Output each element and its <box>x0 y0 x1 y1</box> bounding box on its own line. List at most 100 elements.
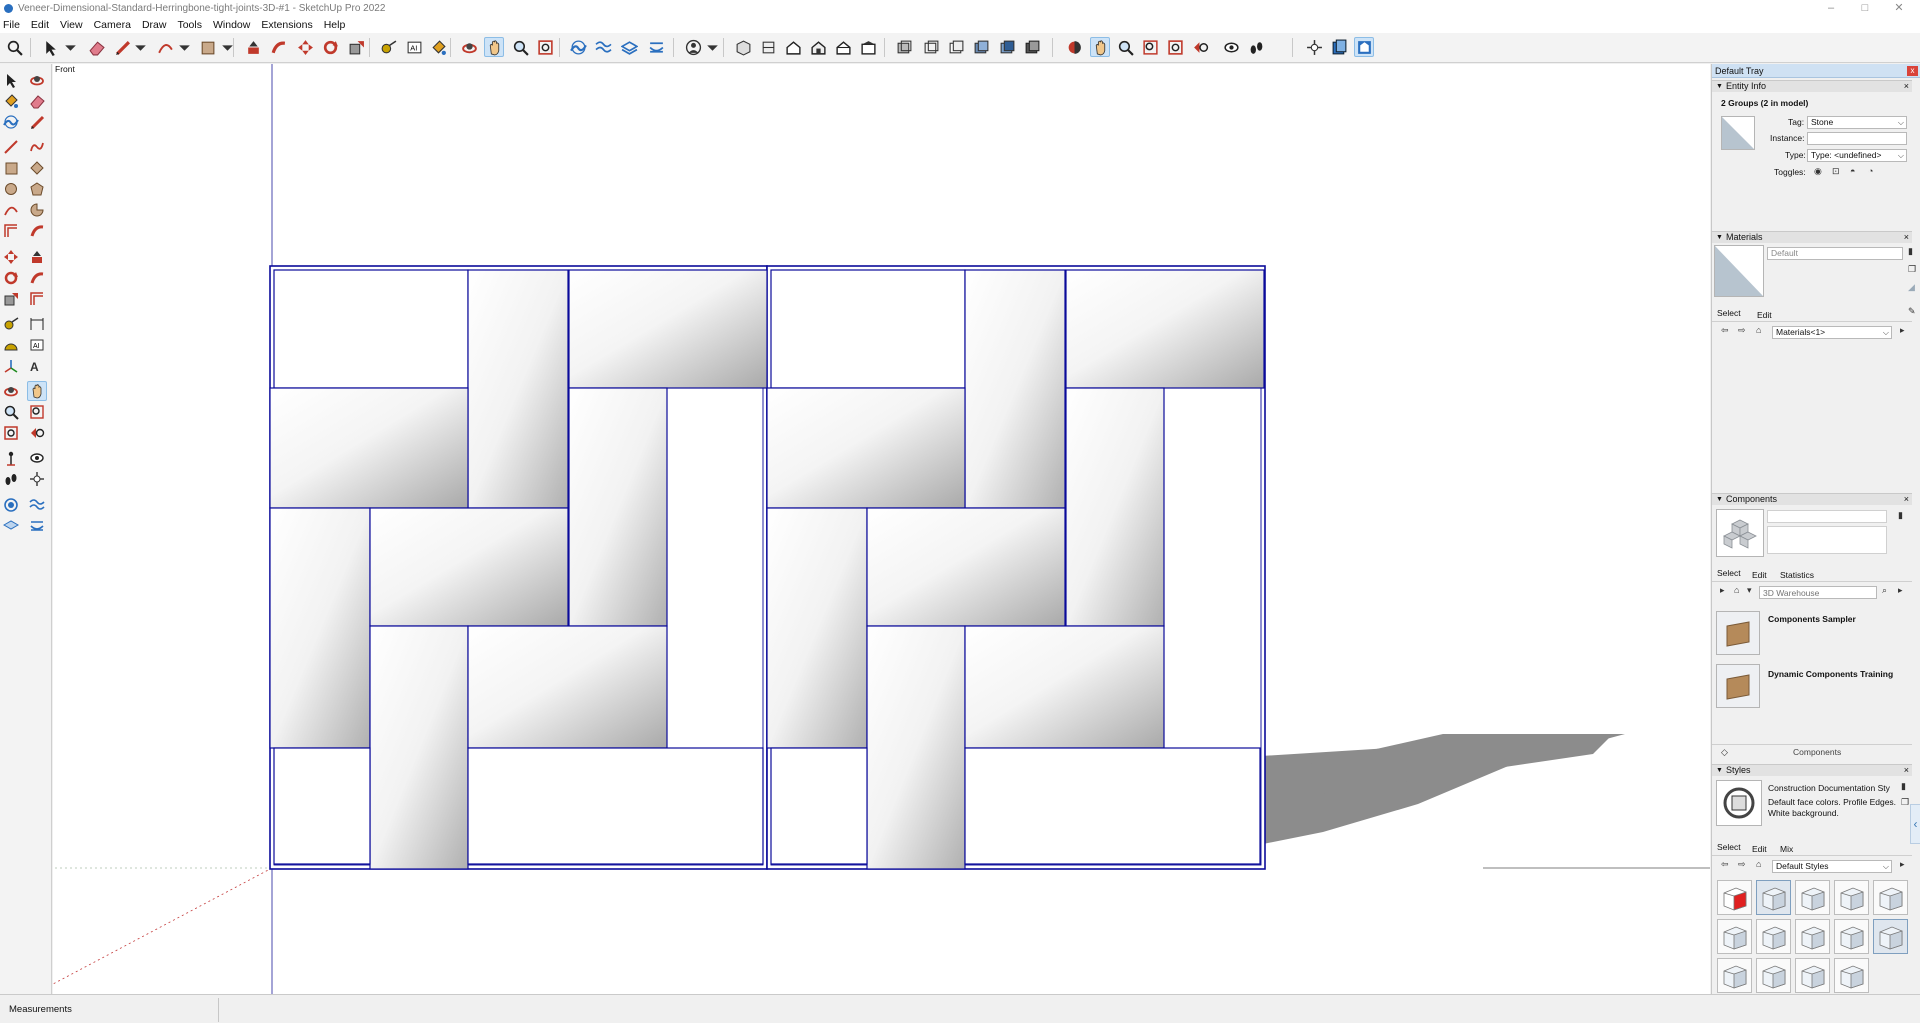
zoom-extents-tool-button[interactable] <box>535 37 555 57</box>
panel-close-icon[interactable]: × <box>1904 232 1909 243</box>
create-style-icon[interactable]: ❐ <box>1901 797 1909 808</box>
style-thumbnail[interactable] <box>1717 958 1752 993</box>
textured-tool-button[interactable] <box>997 37 1017 57</box>
material-name-field[interactable]: Default <box>1767 247 1903 260</box>
style-thumbnail[interactable] <box>1756 919 1791 954</box>
style-thumbnail[interactable] <box>1873 880 1908 915</box>
back-arrow-icon[interactable]: ⇦ <box>1721 859 1729 870</box>
line-tool-button[interactable] <box>1 137 21 157</box>
search-icon[interactable]: ⌕ <box>1882 585 1887 596</box>
dropdown-tool-button[interactable] <box>60 37 80 57</box>
style-thumbnail[interactable] <box>1795 880 1830 915</box>
style-thumbnail[interactable] <box>1717 880 1752 915</box>
hidden-line-tool-button[interactable] <box>946 37 966 57</box>
iso-view-tool-button[interactable] <box>733 37 753 57</box>
forward-arrow-icon[interactable]: ▸ <box>1898 585 1903 596</box>
set-material-icon[interactable]: ▮ <box>1908 246 1913 257</box>
pencil-tool-button[interactable] <box>27 112 47 132</box>
forward-arrow-icon[interactable]: ⇨ <box>1738 859 1746 870</box>
push-pull-tool-button[interactable] <box>243 37 263 57</box>
components-tab-edit[interactable]: Edit <box>1752 570 1767 580</box>
details-arrow-icon[interactable]: ▸ <box>1720 585 1725 596</box>
stone-veneer-tile[interactable] <box>964 625 1165 749</box>
style-thumbnail[interactable] <box>1834 919 1869 954</box>
tray-collapse-tab[interactable]: ‹ <box>1910 804 1920 844</box>
stone-veneer-tile[interactable] <box>273 269 469 389</box>
tape-measure-tool-button[interactable] <box>1 314 21 334</box>
stone-veneer-tile[interactable] <box>369 625 469 870</box>
eyedropper-icon[interactable]: ✎ <box>1908 306 1916 317</box>
home-icon[interactable]: ⌂ <box>1734 585 1739 595</box>
stone-veneer-tile[interactable] <box>269 507 371 749</box>
follow-me-tool-button[interactable] <box>268 37 288 57</box>
offset-tool-button[interactable] <box>1 221 21 241</box>
style-thumbnail[interactable] <box>1795 958 1830 993</box>
front-view-tool-button[interactable] <box>783 37 803 57</box>
axes-tool-button[interactable] <box>1 356 21 376</box>
zoom-tool-button[interactable] <box>1115 37 1135 57</box>
style-thumbnail[interactable] <box>1795 919 1830 954</box>
components-tab-statistics[interactable]: Statistics <box>1780 570 1814 580</box>
update-style-icon[interactable]: ▮ <box>1901 781 1906 792</box>
sandbox-tool-button[interactable] <box>568 37 588 57</box>
home-icon[interactable]: ⌂ <box>1756 859 1761 869</box>
move-tool-button[interactable] <box>1 247 21 267</box>
follow-me-tool-button[interactable] <box>27 268 47 288</box>
move-tool-button[interactable] <box>295 37 315 57</box>
pan-tool-button[interactable] <box>27 381 47 401</box>
materials-header[interactable]: ▼ Materials × <box>1712 231 1912 243</box>
materials-collection-select[interactable]: Materials<1> ⌵ <box>1772 326 1892 339</box>
stone-veneer-tile[interactable] <box>770 747 868 865</box>
panel-close-icon[interactable]: × <box>1904 494 1909 505</box>
sample-paint-icon[interactable]: ◢ <box>1908 282 1915 293</box>
dropdown-tool-button[interactable] <box>217 37 237 57</box>
dropdown-tool-button[interactable] <box>702 37 722 57</box>
polygon-tool-button[interactable] <box>27 179 47 199</box>
menu-view[interactable]: View <box>60 19 83 31</box>
generate-report-tool-button[interactable] <box>1329 37 1349 57</box>
style-thumbnail[interactable] <box>1873 919 1908 954</box>
stone-veneer-tile[interactable] <box>273 747 371 865</box>
monochrome-tool-button[interactable] <box>1022 37 1042 57</box>
look-around-tool-button[interactable] <box>27 448 47 468</box>
tape-measure-tool-button[interactable] <box>378 37 398 57</box>
menu-file[interactable]: File <box>3 19 20 31</box>
push-pull-tool-button[interactable] <box>27 247 47 267</box>
styles-tab-mix[interactable]: Mix <box>1780 844 1793 854</box>
lock-icon[interactable]: ▮ <box>1898 510 1903 521</box>
walk-tool-button[interactable] <box>1246 37 1266 57</box>
user-tool-button[interactable] <box>683 37 703 57</box>
shaded-tool-button[interactable] <box>971 37 991 57</box>
sandbox-tool-button[interactable] <box>1 112 21 132</box>
details-arrow-icon[interactable]: ▸ <box>1900 859 1905 870</box>
previous-view-tool-button[interactable] <box>27 423 47 443</box>
stone-veneer-tile[interactable] <box>766 387 966 509</box>
smoove-tool-button[interactable] <box>593 37 613 57</box>
zoom-extents-tool-button[interactable] <box>1165 37 1185 57</box>
current-style-thumbnail[interactable] <box>1716 780 1762 826</box>
menu-extensions[interactable]: Extensions <box>261 19 312 31</box>
panel-close-icon[interactable]: × <box>1904 765 1909 776</box>
styles-tab-select[interactable]: Select <box>1717 842 1741 852</box>
previous-view-tool-button[interactable] <box>1190 37 1210 57</box>
smoove-tool-button[interactable] <box>27 495 47 515</box>
component-options-tool-button[interactable] <box>27 469 47 489</box>
back-arrow-icon[interactable]: ⇦ <box>1721 325 1729 336</box>
create-material-icon[interactable]: ❐ <box>1908 264 1916 275</box>
circle-tool-button[interactable] <box>1 179 21 199</box>
stone-veneer-tile[interactable] <box>467 269 569 509</box>
zoom-window-tool-button[interactable] <box>27 402 47 422</box>
instance-input[interactable] <box>1807 132 1907 145</box>
forward-arrow-icon[interactable]: ⇨ <box>1738 325 1746 336</box>
arc-tool-button[interactable] <box>1 200 21 220</box>
rotate-tool-button[interactable] <box>320 37 340 57</box>
maximize-button[interactable]: □ <box>1848 0 1882 16</box>
eraser-tool-button[interactable] <box>27 91 47 111</box>
dynamic-components-thumbnail[interactable] <box>1716 664 1760 708</box>
rotate-tool-button[interactable] <box>1 268 21 288</box>
eraser-tool-button[interactable] <box>86 37 106 57</box>
scale-tool-button[interactable] <box>346 37 366 57</box>
right-view-tool-button[interactable] <box>808 37 828 57</box>
left-view-tool-button[interactable] <box>858 37 878 57</box>
component-name-field[interactable] <box>1767 510 1887 523</box>
